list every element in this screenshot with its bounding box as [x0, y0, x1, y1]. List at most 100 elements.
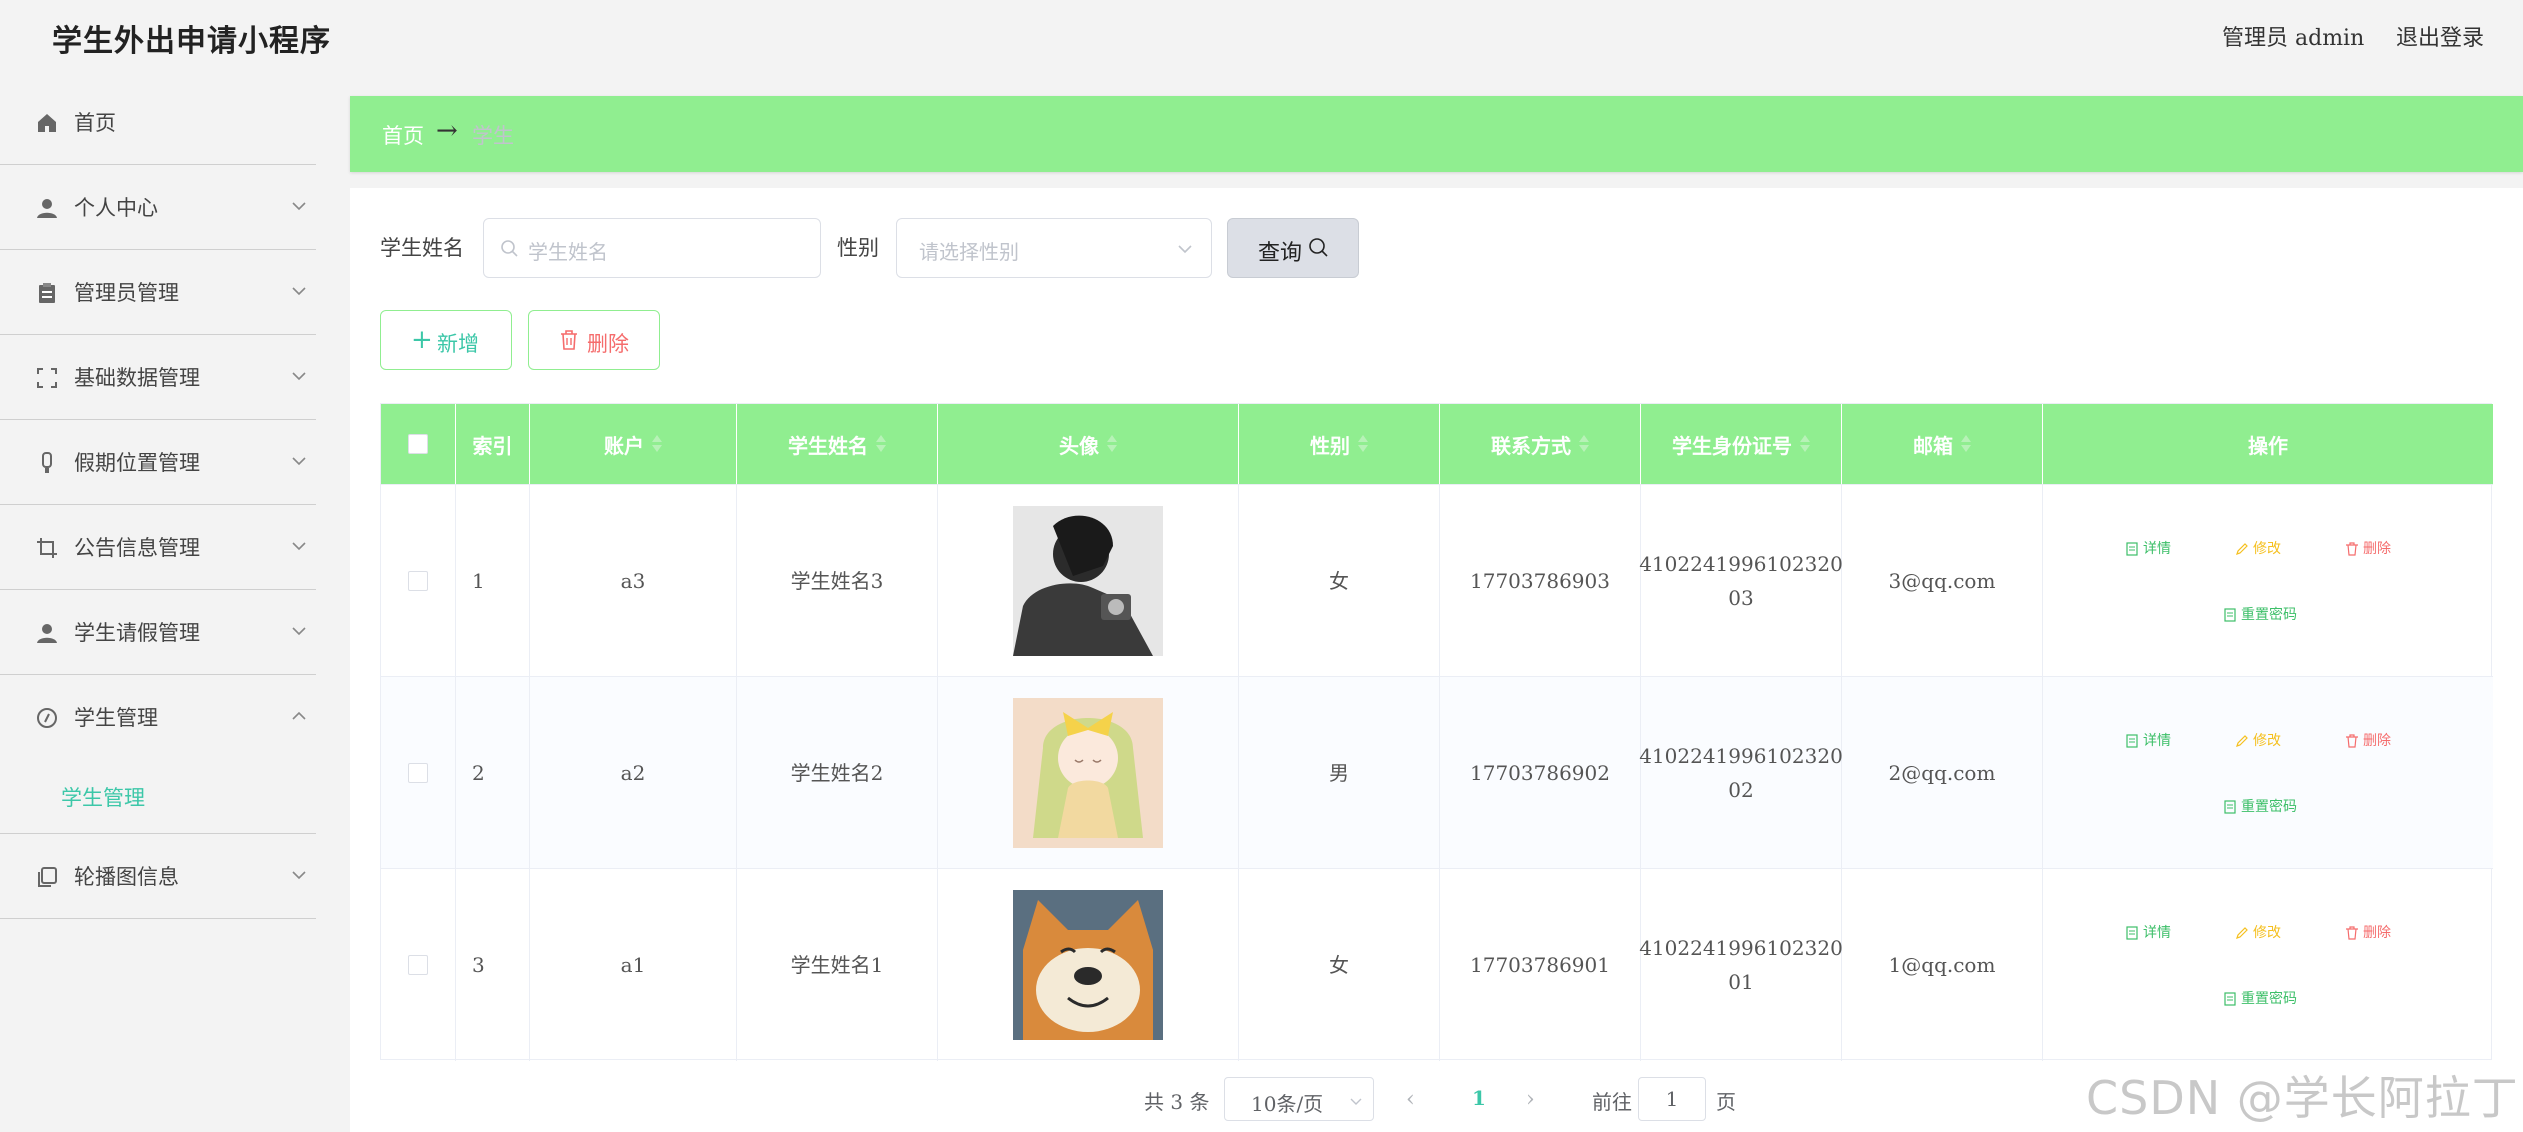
detail-button-label: 详情	[2143, 925, 2171, 941]
table-row: 2 a2 学生姓名2 男 17703786902 410224199610232…	[381, 676, 2493, 869]
breadcrumb: 首页 → 学生	[350, 96, 2523, 172]
sidebar-item-profile[interactable]: 个人中心	[0, 165, 316, 250]
sort-icon[interactable]	[1358, 435, 1368, 453]
select-all-checkbox[interactable]	[408, 434, 428, 454]
next-page-icon[interactable]: ›	[1526, 1087, 1535, 1112]
sidebar-item-basic-data[interactable]: 基础数据管理	[0, 335, 316, 420]
document-icon	[2224, 992, 2236, 1006]
clipboard-icon	[34, 280, 60, 306]
edit-icon	[2236, 543, 2248, 555]
sidebar-item-admin[interactable]: 管理员管理	[0, 250, 316, 335]
sort-icon[interactable]	[1961, 435, 1971, 453]
sort-icon[interactable]	[1800, 435, 1810, 453]
avatar[interactable]	[1013, 890, 1163, 1040]
th-ops-label: 操作	[2248, 433, 2288, 458]
student-name-input[interactable]: 学生姓名	[483, 218, 821, 278]
cell-name: 学生姓名2	[737, 677, 938, 869]
breadcrumb-current: 学生	[472, 124, 514, 148]
th-gender[interactable]: 性别	[1239, 404, 1440, 484]
id-number-line: 4102241996102320	[1639, 744, 1843, 768]
th-email-label: 邮箱	[1913, 433, 1953, 458]
th-gender-label: 性别	[1310, 433, 1350, 458]
sidebar-item-notice[interactable]: 公告信息管理	[0, 505, 316, 590]
user-icon	[34, 620, 60, 646]
page-size-select[interactable]: 10条/页	[1224, 1077, 1374, 1121]
detail-button[interactable]: 详情	[2113, 721, 2183, 761]
sidebar-item-home[interactable]: 首页	[0, 80, 316, 165]
cell-ops: 详情 修改 删除 重置密码	[2043, 869, 2493, 1061]
th-name[interactable]: 学生姓名	[737, 404, 938, 484]
cell-account: a2	[530, 677, 737, 869]
th-email[interactable]: 邮箱	[1842, 404, 2043, 484]
page-number-current[interactable]: 1	[1472, 1086, 1486, 1110]
chevron-down-icon	[292, 627, 306, 636]
sidebar-item-leave[interactable]: 学生请假管理	[0, 590, 316, 675]
trash-icon	[561, 330, 577, 350]
sidebar-subitem-student-manage[interactable]: 学生管理	[0, 760, 316, 834]
query-button-label: 查询	[1258, 241, 1303, 266]
cell-account: a1	[530, 869, 737, 1061]
avatar[interactable]	[1013, 506, 1163, 656]
sidebar-item-holiday-location[interactable]: 假期位置管理	[0, 420, 316, 505]
reset-password-label: 重置密码	[2241, 607, 2297, 623]
sort-icon[interactable]	[1579, 435, 1589, 453]
row-checkbox[interactable]	[408, 955, 428, 975]
th-avatar[interactable]: 头像	[938, 404, 1239, 484]
th-phone[interactable]: 联系方式	[1440, 404, 1641, 484]
cell-gender: 男	[1239, 677, 1440, 869]
chevron-down-icon	[1178, 245, 1192, 254]
cell-select	[381, 869, 456, 1061]
chevron-down-icon	[292, 542, 306, 551]
avatar[interactable]	[1013, 698, 1163, 848]
sidebar-item-label: 个人中心	[74, 196, 158, 220]
chevron-down-icon	[292, 202, 306, 211]
chevron-down-icon	[292, 372, 306, 381]
row-delete-button[interactable]: 删除	[2333, 529, 2403, 569]
goto-page-input[interactable]: 1	[1638, 1077, 1706, 1121]
th-account[interactable]: 账户	[530, 404, 737, 484]
th-phone-label: 联系方式	[1491, 433, 1571, 458]
detail-button[interactable]: 详情	[2113, 529, 2183, 569]
gender-label: 性别	[837, 236, 879, 260]
sidebar-item-student[interactable]: 学生管理	[0, 675, 316, 760]
breadcrumb-home[interactable]: 首页	[382, 120, 424, 150]
sort-icon[interactable]	[876, 435, 886, 453]
cell-phone: 17703786903	[1440, 485, 1641, 677]
cell-ops: 详情 修改 删除 重置密码	[2043, 677, 2493, 869]
th-id-number-label: 学生身份证号	[1672, 433, 1792, 458]
student-table: 索引 账户 学生姓名 头像 性别 联系方式 学生身份证号 邮箱 操作 1 a3 …	[380, 403, 2493, 1061]
prev-page-icon[interactable]: ‹	[1406, 1087, 1415, 1112]
delete-button-label: 删除	[587, 332, 629, 356]
id-number-line: 4102241996102320	[1639, 552, 1843, 576]
delete-button[interactable]: 删除	[528, 310, 660, 370]
gender-select[interactable]: 请选择性别	[896, 218, 1212, 278]
edit-button[interactable]: 修改	[2223, 913, 2293, 953]
crop-icon	[34, 535, 60, 561]
th-select	[381, 404, 456, 484]
row-delete-button[interactable]: 删除	[2333, 913, 2403, 953]
detail-button-label: 详情	[2143, 733, 2171, 749]
edit-button[interactable]: 修改	[2223, 529, 2293, 569]
logout-link[interactable]: 退出登录	[2396, 20, 2484, 52]
sidebar-subitem-label: 学生管理	[61, 786, 145, 810]
row-delete-button[interactable]: 删除	[2333, 721, 2403, 761]
reset-password-button[interactable]: 重置密码	[2205, 787, 2315, 827]
row-checkbox[interactable]	[408, 571, 428, 591]
search-icon	[1309, 238, 1328, 257]
th-id-number[interactable]: 学生身份证号	[1641, 404, 1842, 484]
reset-password-button[interactable]: 重置密码	[2205, 979, 2315, 1019]
sidebar-item-carousel[interactable]: 轮播图信息	[0, 834, 316, 919]
sidebar-item-label: 公告信息管理	[74, 536, 200, 560]
row-checkbox[interactable]	[408, 763, 428, 783]
sidebar: 首页 个人中心 管理员管理 基础数据管理 假期位置管理 公告信息管理 学生请假管…	[0, 80, 316, 1132]
user-icon	[34, 195, 60, 221]
plus-icon: +	[411, 325, 433, 355]
detail-button[interactable]: 详情	[2113, 913, 2183, 953]
chevron-up-icon	[292, 711, 306, 720]
add-button[interactable]: + 新增	[380, 310, 512, 370]
sort-icon[interactable]	[652, 435, 662, 453]
reset-password-button[interactable]: 重置密码	[2205, 595, 2315, 635]
query-button[interactable]: 查询	[1227, 218, 1359, 278]
edit-button[interactable]: 修改	[2223, 721, 2293, 761]
sort-icon[interactable]	[1107, 435, 1117, 453]
